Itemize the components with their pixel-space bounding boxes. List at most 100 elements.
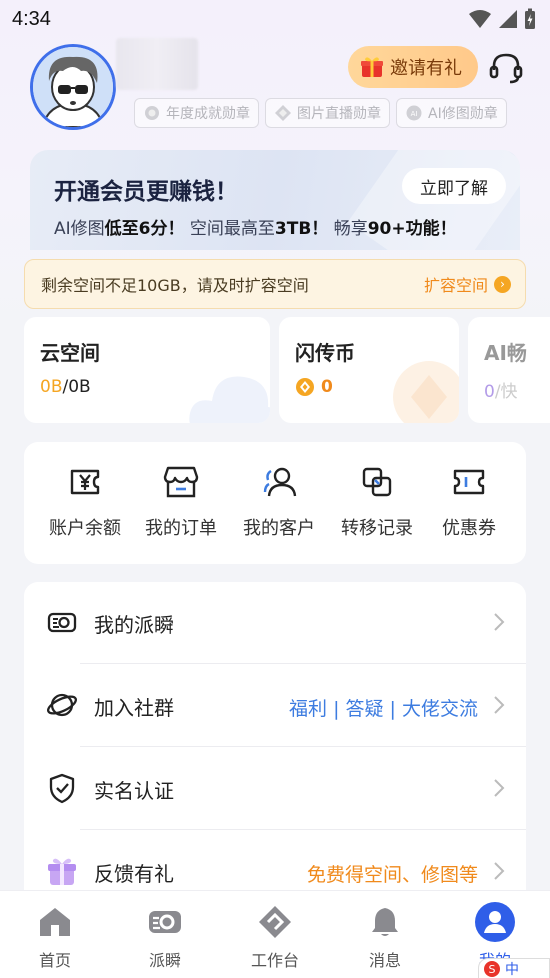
stat-title: 云空间 xyxy=(40,341,100,365)
tab-paishun[interactable]: 派瞬 xyxy=(110,891,220,978)
menu-label: 反馈有礼 xyxy=(94,862,174,886)
vip-subtitle: AI修图低至6分！ 空间最高至3TB！ 畅享90+功能！ xyxy=(54,219,457,239)
vip-title: 开通会员更赚钱！ xyxy=(54,179,238,205)
ai-card[interactable]: AI畅 0/快 xyxy=(468,317,550,423)
tab-label: 消息 xyxy=(368,951,401,970)
svg-text:AI: AI xyxy=(411,110,418,118)
badge-ai-retouch[interactable]: AI AI修图勋章 xyxy=(396,98,507,128)
chevron-right-icon xyxy=(494,862,505,880)
wifi-icon xyxy=(469,10,491,28)
quick-label: 我的订单 xyxy=(145,518,217,539)
coin-watermark-icon xyxy=(393,361,459,423)
stat-title: 闪传币 xyxy=(295,341,355,365)
signal-icon xyxy=(499,10,517,28)
chevron-right-icon xyxy=(494,779,505,797)
planet-icon xyxy=(47,693,77,717)
invite-label: 邀请有礼 xyxy=(390,58,462,79)
my-orders-button[interactable]: 我的订单 xyxy=(132,462,230,540)
badge-annual[interactable]: 年度成就勋章 xyxy=(134,98,259,128)
profile-section: 邀请有礼 年度成就勋章 图片直播勋章 AI AI修图勋章 xyxy=(30,38,530,134)
divider xyxy=(80,663,526,664)
cloud-space-card[interactable]: 云空间 0B/0B xyxy=(24,317,270,423)
coin-icon xyxy=(296,378,314,396)
community-perks-text: 福利 | 答疑 | 大佬交流 xyxy=(289,698,478,720)
ime-indicator[interactable]: S 中 xyxy=(478,958,550,978)
status-time: 4:34 xyxy=(12,7,51,30)
workbench-icon xyxy=(259,906,291,938)
paishun-icon xyxy=(149,911,181,933)
battery-icon xyxy=(525,8,535,29)
shield-check-icon xyxy=(49,773,75,804)
badge-photo-live[interactable]: 图片直播勋章 xyxy=(265,98,390,128)
invite-button[interactable]: 邀请有礼 xyxy=(348,46,478,88)
transfer-icon xyxy=(362,467,392,497)
gift-icon xyxy=(48,858,76,885)
menu-list: 我的派瞬 加入社群 福利 | 答疑 | 大佬交流 实名认证 反馈有礼 免费得空间… xyxy=(24,582,526,912)
flash-coin-card[interactable]: 闪传币 0 xyxy=(279,317,459,423)
quick-actions-panel: 账户余额 我的订单 我的客户 转移记录 优惠券 xyxy=(24,442,526,564)
yen-wallet-icon xyxy=(70,469,100,495)
coupons-button[interactable]: 优惠券 xyxy=(420,462,518,540)
tab-label: 首页 xyxy=(38,951,71,970)
status-bar: 4:34 xyxy=(0,0,550,38)
tab-label: 工作台 xyxy=(250,951,299,970)
badge-label: 年度成就勋章 xyxy=(166,106,250,122)
chevron-right-icon xyxy=(494,696,505,714)
my-customers-button[interactable]: 我的客户 xyxy=(230,462,328,540)
bottom-tab-bar: 首页 派瞬 工作台 消息 xyxy=(0,890,550,978)
menu-label: 实名认证 xyxy=(94,779,174,803)
warning-text: 剩余空间不足10GB，请及时扩容空间 xyxy=(41,276,309,295)
expand-space-link[interactable]: 扩容空间 › xyxy=(424,272,511,296)
customer-service-button[interactable] xyxy=(488,50,524,86)
avatar[interactable] xyxy=(30,44,116,130)
account-balance-button[interactable]: 账户余额 xyxy=(36,462,134,540)
quick-label: 转移记录 xyxy=(341,518,413,539)
svg-text:S: S xyxy=(489,963,496,976)
quick-label: 我的客户 xyxy=(243,518,315,539)
username-redacted xyxy=(116,38,198,90)
menu-item-my-paishun[interactable]: 我的派瞬 xyxy=(24,582,526,664)
user-icon xyxy=(475,902,515,942)
medal-icon xyxy=(145,106,159,120)
divider xyxy=(80,829,526,830)
menu-item-join-community[interactable]: 加入社群 福利 | 答疑 | 大佬交流 xyxy=(24,665,526,747)
menu-label: 我的派瞬 xyxy=(94,613,174,637)
quick-label: 优惠券 xyxy=(442,518,496,539)
bell-icon xyxy=(372,908,398,936)
tab-messages[interactable]: 消息 xyxy=(330,891,440,978)
home-icon xyxy=(40,908,70,936)
tab-workbench[interactable]: 工作台 xyxy=(220,891,330,978)
status-icons xyxy=(468,8,536,30)
arrow-right-icon: › xyxy=(494,275,511,293)
tab-label: 派瞬 xyxy=(148,951,181,970)
headset-icon xyxy=(489,53,523,84)
diamond-icon xyxy=(275,105,291,121)
flash-coin-value: 0 xyxy=(295,377,333,397)
vip-promo-card[interactable]: 开通会员更赚钱！ 立即了解 AI修图低至6分！ 空间最高至3TB！ 畅享90+功… xyxy=(30,150,520,250)
transfer-records-button[interactable]: 转移记录 xyxy=(328,462,426,540)
divider xyxy=(80,746,526,747)
ai-medal-icon: AI xyxy=(406,105,422,121)
stat-title: AI畅 xyxy=(484,341,527,365)
badge-list: 年度成就勋章 图片直播勋章 AI AI修图勋章 xyxy=(134,98,507,128)
badge-label: AI修图勋章 xyxy=(428,106,498,122)
quick-label: 账户余额 xyxy=(49,518,121,539)
menu-item-real-name-verification[interactable]: 实名认证 xyxy=(24,748,526,830)
gift-box-icon xyxy=(361,57,383,77)
vip-learn-more-button[interactable]: 立即了解 xyxy=(402,168,506,204)
sogou-icon: S xyxy=(484,961,500,977)
tab-home[interactable]: 首页 xyxy=(0,891,110,978)
cloud-icon xyxy=(189,376,270,423)
paishun-icon xyxy=(47,612,77,633)
menu-label: 加入社群 xyxy=(94,696,174,720)
cloud-space-value: 0B/0B xyxy=(40,377,91,397)
customers-icon xyxy=(263,467,297,497)
store-icon xyxy=(163,466,199,498)
coupon-icon xyxy=(453,469,485,495)
ai-value: 0/快 xyxy=(484,382,518,402)
ime-label: 中 xyxy=(505,962,519,978)
badge-label: 图片直播勋章 xyxy=(297,106,381,122)
storage-warning-bar: 剩余空间不足10GB，请及时扩容空间 扩容空间 › xyxy=(24,259,526,309)
feedback-reward-text: 免费得空间、修图等 xyxy=(306,864,478,886)
chevron-right-icon xyxy=(494,613,505,631)
